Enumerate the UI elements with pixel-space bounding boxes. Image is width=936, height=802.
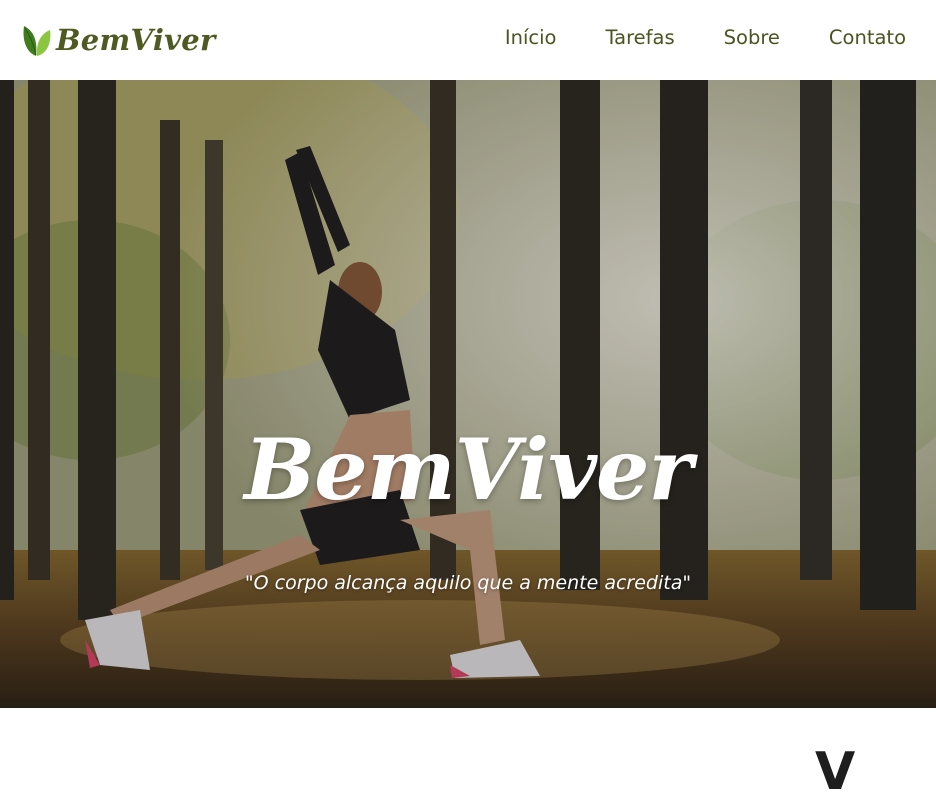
nav-item-inicio[interactable]: Início (505, 24, 557, 52)
nav-item-tarefas[interactable]: Tarefas (605, 24, 674, 52)
site-header: BemViver Início Tarefas Sobre Contato (0, 0, 936, 80)
next-section-heading: V (815, 742, 856, 802)
hero-title: BemViver (244, 420, 692, 519)
hero-dim-overlay (0, 80, 936, 708)
nav-item-sobre[interactable]: Sobre (724, 24, 780, 52)
nav-item-contato[interactable]: Contato (829, 24, 906, 52)
main-nav: Início Tarefas Sobre Contato (456, 24, 906, 52)
hero-banner: BemViver "O corpo alcança aquilo que a m… (0, 80, 936, 708)
next-section: V (0, 708, 936, 798)
leaf-icon (23, 26, 51, 56)
brand-logo[interactable]: BemViver (22, 21, 216, 59)
hero-quote: "O corpo alcança aquilo que a mente acre… (244, 572, 692, 594)
brand-name: BemViver (56, 23, 216, 57)
